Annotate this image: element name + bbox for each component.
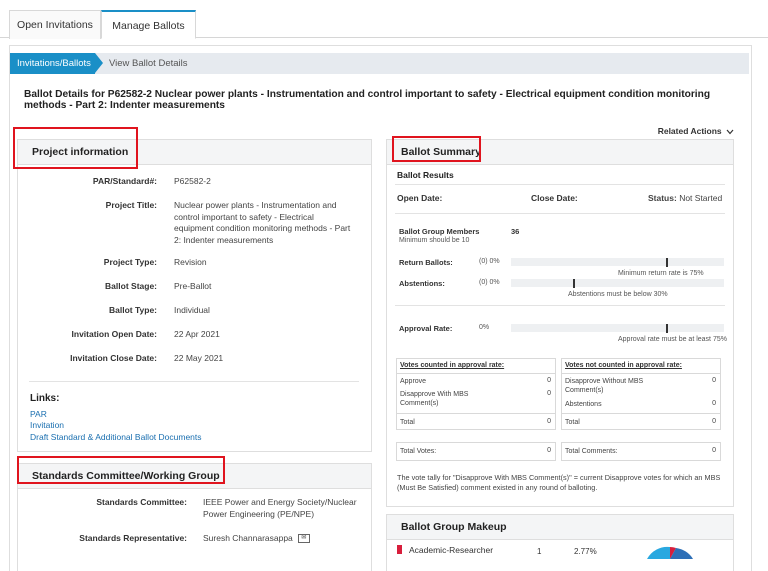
open-date-label: Open Date: xyxy=(397,193,443,203)
abstentions-threshold-marker xyxy=(573,279,575,288)
breadcrumb: Invitations/Ballots View Ballot Details xyxy=(10,53,749,74)
link-invitation[interactable]: Invitation xyxy=(30,420,64,430)
makeup-row-count: 1 xyxy=(537,547,542,556)
vote-row-value: 0 xyxy=(547,390,551,397)
vote-row-label: Disapprove Without MBS Comment(s) xyxy=(565,378,644,394)
close-date-label: Close Date: xyxy=(531,193,578,203)
approval-rate-value: 0% xyxy=(479,324,490,331)
divider xyxy=(395,184,725,185)
highlight-box xyxy=(392,136,481,162)
members-value: 36 xyxy=(511,227,520,236)
field-label: Standards Representative: xyxy=(79,533,187,543)
field-value: 22 May 2021 xyxy=(174,353,224,363)
field-value: Pre-Ballot xyxy=(174,281,212,291)
related-actions-dropdown[interactable]: Related Actions xyxy=(658,126,734,136)
makeup-row-label: Academic-Researcher xyxy=(409,545,494,555)
ballot-group-makeup-panel: Ballot Group Makeup xyxy=(386,514,734,571)
vote-row-label: Disapprove With MBS Comment(s) xyxy=(400,391,469,407)
vote-row-label: Total xyxy=(565,419,580,426)
makeup-pie-chart xyxy=(647,546,693,559)
votes-not-counted-title: Votes not counted in approval rate: xyxy=(565,362,682,369)
status-value: Not Started xyxy=(679,193,723,203)
top-tab-bar: Open Invitations Manage Ballots xyxy=(0,0,768,39)
legend-swatch xyxy=(397,545,402,554)
related-actions-label: Related Actions xyxy=(657,126,722,136)
votes-counted-title: Votes counted in approval rate: xyxy=(400,362,505,369)
breadcrumb-invitations-ballots[interactable]: Invitations/Ballots xyxy=(10,53,95,74)
vote-row-label: Approve xyxy=(400,378,427,385)
field-value: Suresh Channarasappa ✉ xyxy=(203,533,363,545)
chevron-down-icon xyxy=(726,129,734,135)
approval-rate-note: Approval rate must be at least 75% xyxy=(618,336,727,343)
vote-row-value: 0 xyxy=(547,377,551,384)
field-value: Revision xyxy=(174,257,207,267)
tab-manage-ballots[interactable]: Manage Ballots xyxy=(101,10,196,39)
approval-rate-label: Approval Rate: xyxy=(399,324,453,333)
link-par[interactable]: PAR xyxy=(30,409,47,419)
vote-row-label: Total xyxy=(400,419,415,426)
total-votes-value: 0 xyxy=(547,447,551,454)
highlight-box xyxy=(17,456,225,484)
field-label: Ballot Stage: xyxy=(105,281,157,291)
divider xyxy=(562,373,720,374)
field-label: Project Title: xyxy=(105,200,157,210)
ballot-results-title: Ballot Results xyxy=(397,170,454,180)
divider xyxy=(397,373,555,374)
abstentions-label: Abstentions: xyxy=(399,279,445,288)
field-label: Ballot Type: xyxy=(108,305,157,315)
field-value: Nuclear power plants - Instrumentation a… xyxy=(174,200,351,245)
representative-name: Suresh Channarasappa xyxy=(203,533,293,543)
abstentions-note: Abstentions must be below 30% xyxy=(568,291,668,298)
page-title: Ballot Details for P62582-2 Nuclear powe… xyxy=(24,89,711,111)
divider xyxy=(562,413,720,414)
vote-row-label: Abstentions xyxy=(565,401,602,408)
vote-tally-footnote: The vote tally for "Disapprove With MBS … xyxy=(397,473,721,492)
vote-row-value: 0 xyxy=(547,418,551,425)
vote-row-value: 0 xyxy=(712,377,716,384)
field-label: Standards Committee: xyxy=(96,497,187,507)
field-value: 22 Apr 2021 xyxy=(174,329,220,339)
tab-open-invitations[interactable]: Open Invitations xyxy=(9,10,101,39)
highlight-box xyxy=(13,127,138,169)
abstentions-value: (0) 0% xyxy=(479,279,500,286)
field-label: Project Type: xyxy=(103,257,157,267)
contact-card-icon[interactable]: ✉ xyxy=(297,534,310,544)
vote-row-value: 0 xyxy=(712,400,716,407)
field-value: P62582-2 xyxy=(174,176,211,186)
divider xyxy=(395,305,725,306)
total-comments-value: 0 xyxy=(712,447,716,454)
return-threshold-marker xyxy=(666,258,668,267)
ballot-group-makeup-heading: Ballot Group Makeup xyxy=(401,521,507,533)
divider xyxy=(29,381,359,382)
divider xyxy=(397,413,555,414)
link-draft-standard[interactable]: Draft Standard & Additional Ballot Docum… xyxy=(30,432,202,442)
vote-row-value: 0 xyxy=(712,418,716,425)
ballot-group-makeup-header: Ballot Group Makeup xyxy=(387,515,733,540)
breadcrumb-view-ballot-details: View Ballot Details xyxy=(109,58,188,69)
field-label: PAR/Standard#: xyxy=(92,176,157,186)
links-heading: Links: xyxy=(30,393,60,404)
total-comments-label: Total Comments: xyxy=(565,448,618,455)
return-ballots-label: Return Ballots: xyxy=(399,258,453,267)
status: Status: Not Started xyxy=(648,193,722,203)
return-rate-note: Minimum return rate is 75% xyxy=(618,270,704,277)
status-label: Status: xyxy=(648,193,677,203)
breadcrumb-arrow-icon xyxy=(95,53,103,73)
members-note: Minimum should be 10 xyxy=(399,237,470,244)
field-label: Invitation Open Date: xyxy=(71,329,157,339)
approval-threshold-marker xyxy=(666,324,668,333)
divider xyxy=(395,213,725,214)
return-ballots-value: (0) 0% xyxy=(479,258,500,265)
field-label: Invitation Close Date: xyxy=(70,353,157,363)
approval-rate-bar xyxy=(511,324,724,332)
field-value: IEEE Power and Energy Society/Nuclear Po… xyxy=(203,497,357,519)
field-value: Individual xyxy=(174,305,210,315)
members-label: Ballot Group Members xyxy=(399,227,480,236)
total-votes-label: Total Votes: xyxy=(400,448,437,455)
return-rate-bar xyxy=(511,258,724,266)
makeup-row-percent: 2.77% xyxy=(574,547,597,556)
abstentions-bar xyxy=(511,279,724,287)
